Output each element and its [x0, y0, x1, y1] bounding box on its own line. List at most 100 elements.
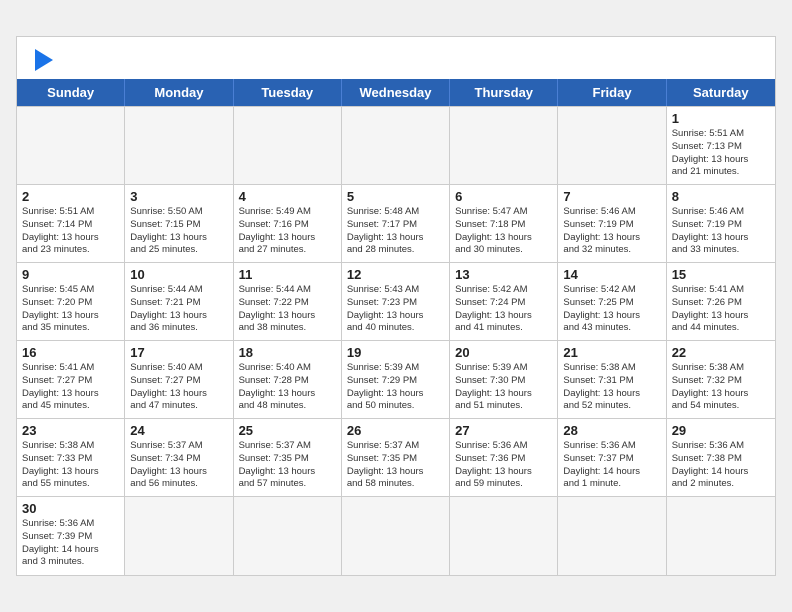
day-info: Sunrise: 5:45 AM Sunset: 7:20 PM Dayligh… [22, 284, 119, 335]
day-info: Sunrise: 5:51 AM Sunset: 7:13 PM Dayligh… [672, 128, 770, 179]
day-info: Sunrise: 5:36 AM Sunset: 7:37 PM Dayligh… [563, 440, 660, 491]
day-cell [450, 107, 558, 185]
day-info: Sunrise: 5:42 AM Sunset: 7:24 PM Dayligh… [455, 284, 552, 335]
day-cell: 9Sunrise: 5:45 AM Sunset: 7:20 PM Daylig… [17, 263, 125, 341]
day-cell: 19Sunrise: 5:39 AM Sunset: 7:29 PM Dayli… [342, 341, 450, 419]
day-number: 16 [22, 345, 119, 360]
day-number: 23 [22, 423, 119, 438]
day-cell: 12 Sunrise: 5:43 AM Sunset: 7:23 PM Dayli… [342, 263, 450, 341]
day-cell [125, 107, 233, 185]
day-number: 12 [347, 267, 444, 282]
day-cell: 6 Sunrise: 5:47 AM Sunset: 7:18 PM Daylig… [450, 185, 558, 263]
day-info: Sunrise: 5:50 AM Sunset: 7:15 PM Dayligh… [130, 206, 227, 257]
day-info: Sunrise: 5:37 AM Sunset: 7:35 PM Dayligh… [239, 440, 336, 491]
day-cell: 16 Sunrise: 5:41 AM Sunset: 7:27 PM Dayli… [17, 341, 125, 419]
day-number: 24 [130, 423, 227, 438]
day-cell: 17 Sunrise: 5:40 AM Sunset: 7:27 PM Dayli… [125, 341, 233, 419]
day-cell [558, 107, 666, 185]
day-cell: 25Sunrise: 5:37 AM Sunset: 7:35 PM Dayli… [234, 419, 342, 497]
day-number: 5 [347, 189, 444, 204]
day-cell: 28 Sunrise: 5:36 AM Sunset: 7:37 PM Dayli… [558, 419, 666, 497]
day-cell: 20 Sunrise: 5:39 AM Sunset: 7:30 PM Dayli… [450, 341, 558, 419]
day-cell: 18Sunrise: 5:40 AM Sunset: 7:28 PM Dayli… [234, 341, 342, 419]
day-info: Sunrise: 5:38 AM Sunset: 7:33 PM Dayligh… [22, 440, 119, 491]
logo-triangle-icon [35, 49, 53, 71]
day-cell [17, 107, 125, 185]
day-cell: 10Sunrise: 5:44 AM Sunset: 7:21 PM Dayli… [125, 263, 233, 341]
day-cell [342, 497, 450, 575]
day-number: 17 [130, 345, 227, 360]
day-info: Sunrise: 5:37 AM Sunset: 7:35 PM Dayligh… [347, 440, 444, 491]
day-info: Sunrise: 5:44 AM Sunset: 7:22 PM Dayligh… [239, 284, 336, 335]
day-info: Sunrise: 5:36 AM Sunset: 7:36 PM Dayligh… [455, 440, 552, 491]
day-cell: 27 Sunrise: 5:36 AM Sunset: 7:36 PM Dayli… [450, 419, 558, 497]
day-cell: 26Sunrise: 5:37 AM Sunset: 7:35 PM Dayli… [342, 419, 450, 497]
day-cell: 13 Sunrise: 5:42 AM Sunset: 7:24 PM Dayli… [450, 263, 558, 341]
day-info: Sunrise: 5:36 AM Sunset: 7:38 PM Dayligh… [672, 440, 770, 491]
day-number: 22 [672, 345, 770, 360]
day-number: 14 [563, 267, 660, 282]
day-cell: 3 Sunrise: 5:50 AM Sunset: 7:15 PM Daylig… [125, 185, 233, 263]
day-info: Sunrise: 5:41 AM Sunset: 7:27 PM Dayligh… [22, 362, 119, 413]
day-info: Sunrise: 5:41 AM Sunset: 7:26 PM Dayligh… [672, 284, 770, 335]
day-cell [450, 497, 558, 575]
day-cell: 22 Sunrise: 5:38 AM Sunset: 7:32 PM Dayli… [667, 341, 775, 419]
day-info: Sunrise: 5:37 AM Sunset: 7:34 PM Dayligh… [130, 440, 227, 491]
day-cell: 23 Sunrise: 5:38 AM Sunset: 7:33 PM Dayli… [17, 419, 125, 497]
day-info: Sunrise: 5:39 AM Sunset: 7:30 PM Dayligh… [455, 362, 552, 413]
day-number: 13 [455, 267, 552, 282]
logo [33, 49, 53, 71]
day-cell: 30Sunrise: 5:36 AM Sunset: 7:39 PM Dayli… [17, 497, 125, 575]
day-cell: 21 Sunrise: 5:38 AM Sunset: 7:31 PM Dayli… [558, 341, 666, 419]
day-info: Sunrise: 5:43 AM Sunset: 7:23 PM Dayligh… [347, 284, 444, 335]
day-info: Sunrise: 5:46 AM Sunset: 7:19 PM Dayligh… [672, 206, 770, 257]
day-cell [234, 497, 342, 575]
day-cell: 15 Sunrise: 5:41 AM Sunset: 7:26 PM Dayli… [667, 263, 775, 341]
day-number: 29 [672, 423, 770, 438]
day-number: 20 [455, 345, 552, 360]
calendar-container: SundayMondayTuesdayWednesdayThursdayFrid… [16, 36, 776, 576]
day-info: Sunrise: 5:51 AM Sunset: 7:14 PM Dayligh… [22, 206, 119, 257]
day-info: Sunrise: 5:38 AM Sunset: 7:31 PM Dayligh… [563, 362, 660, 413]
day-number: 28 [563, 423, 660, 438]
day-cell: 11 Sunrise: 5:44 AM Sunset: 7:22 PM Dayli… [234, 263, 342, 341]
day-number: 3 [130, 189, 227, 204]
day-header-tuesday: Tuesday [234, 79, 342, 106]
day-info: Sunrise: 5:38 AM Sunset: 7:32 PM Dayligh… [672, 362, 770, 413]
day-number: 27 [455, 423, 552, 438]
day-cell [558, 497, 666, 575]
day-cell [667, 497, 775, 575]
day-number: 2 [22, 189, 119, 204]
day-header-thursday: Thursday [450, 79, 558, 106]
day-info: Sunrise: 5:42 AM Sunset: 7:25 PM Dayligh… [563, 284, 660, 335]
day-header-sunday: Sunday [17, 79, 125, 106]
day-number: 6 [455, 189, 552, 204]
day-cell: 8Sunrise: 5:46 AM Sunset: 7:19 PM Daylig… [667, 185, 775, 263]
day-header-monday: Monday [125, 79, 233, 106]
day-info: Sunrise: 5:46 AM Sunset: 7:19 PM Dayligh… [563, 206, 660, 257]
day-info: Sunrise: 5:40 AM Sunset: 7:27 PM Dayligh… [130, 362, 227, 413]
day-number: 19 [347, 345, 444, 360]
day-info: Sunrise: 5:47 AM Sunset: 7:18 PM Dayligh… [455, 206, 552, 257]
day-cell: 5 Sunrise: 5:48 AM Sunset: 7:17 PM Daylig… [342, 185, 450, 263]
day-info: Sunrise: 5:36 AM Sunset: 7:39 PM Dayligh… [22, 518, 119, 569]
day-headers: SundayMondayTuesdayWednesdayThursdayFrid… [17, 79, 775, 106]
day-cell [125, 497, 233, 575]
day-number: 18 [239, 345, 336, 360]
day-number: 11 [239, 267, 336, 282]
calendar-grid: 1 Sunrise: 5:51 AM Sunset: 7:13 PM Daylig… [17, 106, 775, 575]
day-cell: 1 Sunrise: 5:51 AM Sunset: 7:13 PM Daylig… [667, 107, 775, 185]
day-number: 10 [130, 267, 227, 282]
day-number: 15 [672, 267, 770, 282]
day-cell [234, 107, 342, 185]
day-info: Sunrise: 5:48 AM Sunset: 7:17 PM Dayligh… [347, 206, 444, 257]
day-header-saturday: Saturday [667, 79, 775, 106]
day-number: 4 [239, 189, 336, 204]
day-cell: 4Sunrise: 5:49 AM Sunset: 7:16 PM Daylig… [234, 185, 342, 263]
day-cell: 2 Sunrise: 5:51 AM Sunset: 7:14 PM Daylig… [17, 185, 125, 263]
day-number: 21 [563, 345, 660, 360]
day-cell: 14 Sunrise: 5:42 AM Sunset: 7:25 PM Dayli… [558, 263, 666, 341]
day-number: 1 [672, 111, 770, 126]
day-cell: 29 Sunrise: 5:36 AM Sunset: 7:38 PM Dayli… [667, 419, 775, 497]
day-cell: 7Sunrise: 5:46 AM Sunset: 7:19 PM Daylig… [558, 185, 666, 263]
